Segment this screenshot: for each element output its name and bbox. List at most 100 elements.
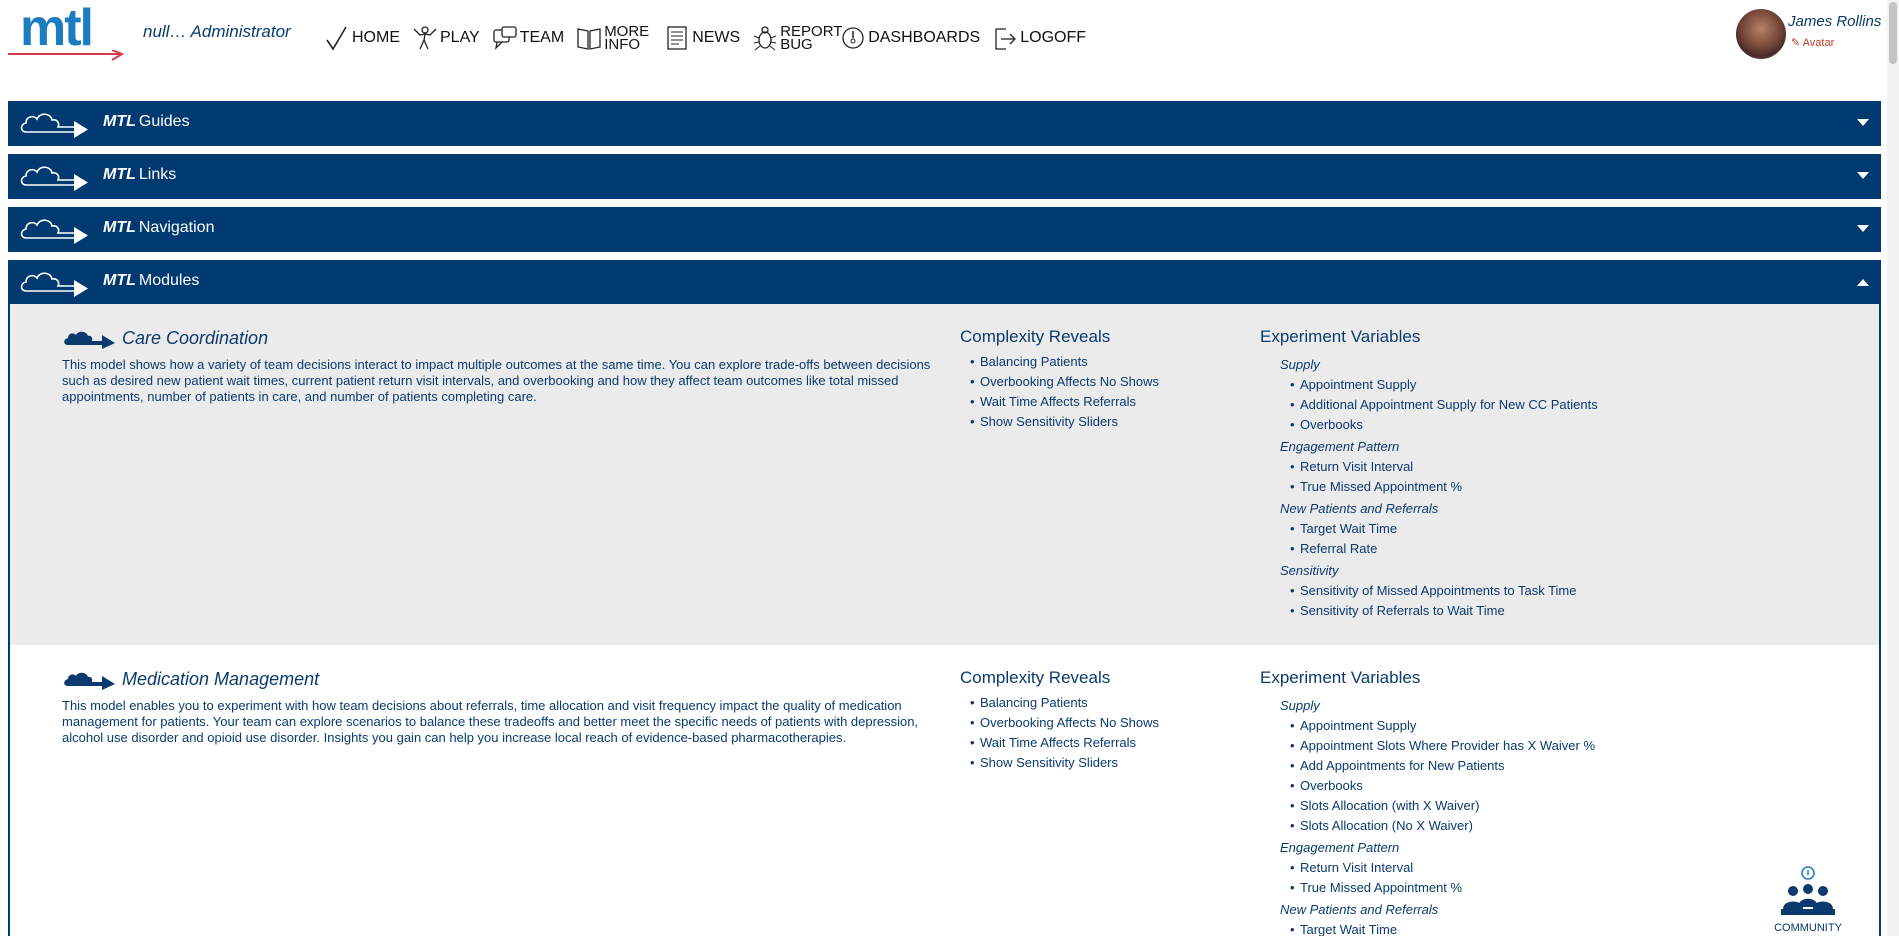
nav-news[interactable]: NEWS	[664, 23, 740, 53]
vertical-scrollbar[interactable]	[1887, 0, 1899, 936]
list-item: Appointment Slots Where Provider has X W…	[1288, 736, 1595, 756]
group-label: New Patients and Referrals	[1280, 501, 1439, 516]
list-item: Show Sensitivity Sliders	[968, 753, 1159, 773]
pencil-icon: ✎	[1791, 37, 1801, 49]
experiment-variables-title: Experiment Variables	[1260, 668, 1421, 687]
checkmark-icon	[326, 26, 347, 51]
community-button[interactable]: COMMUNITY	[1770, 865, 1846, 935]
module-care-coordination: Care Coordination This model shows how a…	[10, 304, 1879, 645]
logoff-door-icon	[995, 28, 1017, 50]
list-item: Overbooks	[1288, 415, 1598, 435]
list-item: Appointment Supply	[1288, 716, 1595, 736]
play-figure-icon	[413, 26, 437, 50]
modules-panel: Care Coordination This model shows how a…	[8, 304, 1881, 936]
list-item: Return Visit Interval	[1288, 858, 1595, 878]
list-item: Slots Allocation (No X Waiver)	[1288, 816, 1595, 836]
module-title: Care Coordination	[122, 328, 269, 348]
complexity-reveals-title: Complexity Reveals	[960, 668, 1111, 687]
list-item: Wait Time Affects Referrals	[968, 733, 1159, 753]
chat-bubbles-icon	[493, 26, 517, 50]
complexity-list: Balancing Patients Overbooking Affects N…	[968, 693, 1159, 773]
module-description: This model enables you to experiment wit…	[62, 698, 919, 745]
nav-report-bug-label: REPORT BUG	[780, 23, 843, 53]
group-label: Sensitivity	[1280, 563, 1339, 578]
avatar-link-label: Avatar	[1802, 37, 1835, 49]
nav-play-label: PLAY	[440, 29, 480, 46]
list-item: Show Sensitivity Sliders	[968, 412, 1159, 432]
chevron-down-icon	[1857, 225, 1869, 232]
list-item: Balancing Patients	[968, 352, 1159, 372]
mtl-logo[interactable]: mtl	[8, 0, 128, 62]
chevron-up-icon	[1857, 279, 1869, 286]
cloud-arrow-icon	[64, 331, 115, 349]
module-header[interactable]: Care Coordination	[62, 328, 268, 349]
group-label: Engagement Pattern	[1280, 439, 1400, 454]
accordion-modules-title: MTL Modules	[103, 272, 200, 289]
group-label: Supply	[1280, 357, 1320, 372]
open-book-icon	[577, 28, 601, 50]
user-role: null… Administrator	[143, 22, 291, 41]
logo-arrow-icon	[8, 50, 125, 61]
chevron-down-icon	[1857, 172, 1869, 179]
list-item: True Missed Appointment %	[1288, 878, 1595, 898]
accordion-navigation[interactable]: MTL Navigation	[8, 207, 1881, 252]
cloud-arrow-icon	[20, 272, 88, 297]
chevron-down-icon	[1857, 119, 1869, 126]
avatar[interactable]	[1736, 9, 1786, 59]
list-item: Sensitivity of Missed Appointments to Ta…	[1288, 581, 1598, 601]
list-item: Target Wait Time	[1288, 519, 1598, 539]
complexity-list: Balancing Patients Overbooking Affects N…	[968, 352, 1159, 432]
module-description: This model shows how a variety of team d…	[62, 357, 931, 404]
header: mtl null… Administrator HOME PLAY TEAM M…	[0, 0, 1899, 70]
cloud-arrow-icon	[64, 672, 115, 690]
list-item: Overbooking Affects No Shows	[968, 713, 1159, 733]
main-nav: HOME PLAY TEAM MORE INFO NEWS REPORT BUG…	[324, 20, 1098, 56]
group-label: Supply	[1280, 698, 1320, 713]
nav-team[interactable]: TEAM	[492, 23, 564, 53]
module-header[interactable]: Medication Management	[62, 669, 319, 690]
list-item: Return Visit Interval	[1288, 457, 1598, 477]
cloud-arrow-icon	[20, 113, 88, 138]
nav-home-label: HOME	[352, 29, 400, 46]
nav-more-info-label: MORE INFO	[604, 23, 650, 53]
module-title: Medication Management	[122, 669, 320, 689]
complexity-reveals-title: Complexity Reveals	[960, 327, 1111, 346]
nav-news-label: NEWS	[692, 29, 741, 46]
accordion-links-title: MTL Links	[103, 166, 177, 183]
module-medication-management: Medication Management This model enables…	[10, 645, 1879, 936]
list-item: Balancing Patients	[968, 693, 1159, 713]
nav-dashboards-label: DASHBOARDS	[868, 29, 981, 46]
experiment-variables-title: Experiment Variables	[1260, 327, 1421, 346]
list-item: Sensitivity of Referrals to Wait Time	[1288, 601, 1598, 621]
nav-more-info[interactable]: MORE INFO	[576, 23, 652, 53]
nav-logoff-label: LOGOFF	[1020, 29, 1086, 46]
accordion-guides[interactable]: MTL Guides	[8, 101, 1881, 146]
list-item: Additional Appointment Supply for New CC…	[1288, 395, 1598, 415]
nav-logoff[interactable]: LOGOFF	[992, 23, 1086, 53]
community-label: COMMUNITY	[1774, 922, 1842, 934]
list-item: Wait Time Affects Referrals	[968, 392, 1159, 412]
user-name[interactable]: James Rollins	[1788, 13, 1881, 30]
list-item: Overbooking Affects No Shows	[968, 372, 1159, 392]
nav-home[interactable]: HOME	[324, 23, 400, 53]
cloud-arrow-icon	[20, 219, 88, 244]
nav-team-label: TEAM	[519, 29, 565, 46]
accordion-links[interactable]: MTL Links	[8, 154, 1881, 199]
scrollbar-thumb[interactable]	[1889, 2, 1897, 64]
nav-dashboards[interactable]: DASHBOARDS	[840, 23, 980, 53]
list-item: Overbooks	[1288, 776, 1595, 796]
accordion-modules[interactable]: MTL Modules	[8, 260, 1881, 305]
group-label: Engagement Pattern	[1280, 840, 1400, 855]
list-item: Referral Rate	[1288, 539, 1598, 559]
experiment-variables-list: Supply Appointment Supply Additional App…	[1270, 353, 1598, 621]
nav-report-bug[interactable]: REPORT BUG	[752, 23, 843, 53]
bug-icon	[754, 26, 777, 51]
avatar-edit-link[interactable]: ✎ Avatar	[1791, 36, 1834, 49]
nav-play[interactable]: PLAY	[412, 23, 480, 53]
accordion-guides-title: MTL Guides	[103, 113, 190, 130]
experiment-variables-list: Supply Appointment Supply Appointment Sl…	[1270, 694, 1595, 936]
community-people-icon	[1781, 866, 1835, 915]
newspaper-icon	[667, 26, 687, 50]
list-item: Add Appointments for New Patients	[1288, 756, 1595, 776]
accordion-navigation-title: MTL Navigation	[103, 219, 215, 236]
